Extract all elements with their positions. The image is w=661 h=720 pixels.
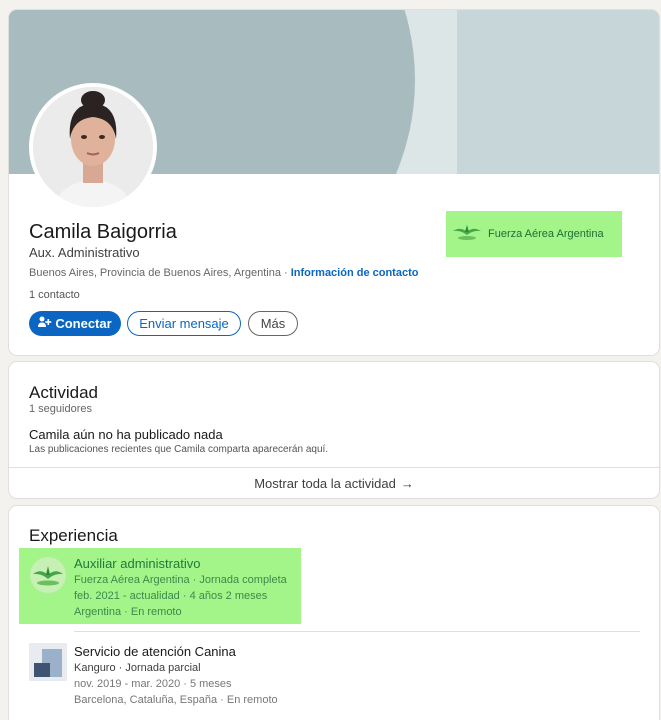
kanguro-logo-icon[interactable] [29,643,67,681]
connections-count[interactable]: 1 contacto [29,289,80,301]
show-all-activity-button[interactable]: Mostrar toda la actividad → [9,468,659,498]
experience-card: Experiencia Auxiliar administrativo Fuer… [9,506,659,720]
experience-company-2: Kanguro · Jornada parcial [74,662,201,674]
connect-button-label: Conectar [55,316,112,331]
profile-card: Camila Baigorria Aux. Administrativo Bue… [9,10,659,355]
experience-divider [74,631,640,632]
activity-card: Actividad 1 seguidores Camila aún no ha … [9,362,659,498]
arrow-right-icon: → [400,475,414,491]
profile-location-line: Buenos Aires, Provincia de Buenos Aires,… [29,267,418,279]
experience-title: Experiencia [29,526,118,545]
experience-dates-1: feb. 2021 - actualidad · 4 años 2 meses [74,590,268,602]
profile-name: Camila Baigorria [29,221,177,243]
send-message-button[interactable]: Enviar mensaje [127,311,241,336]
experience-title-1: Auxiliar administrativo [74,556,201,571]
fuerza-aerea-logo-icon [452,221,482,248]
profile-headline: Aux. Administrativo [29,245,140,260]
more-button[interactable]: Más [248,311,298,336]
experience-location-2: Barcelona, Cataluña, España · En remoto [74,694,278,706]
current-company-name: Fuerza Aérea Argentina [488,228,604,240]
current-company-link[interactable]: Fuerza Aérea Argentina [446,211,622,257]
experience-item[interactable]: Servicio de atención Canina Kanguro · Jo… [74,644,278,708]
contact-info-link[interactable]: Información de contacto [291,267,419,279]
more-button-label: Más [260,316,286,331]
send-message-label: Enviar mensaje [139,316,229,331]
fuerza-aerea-logo-icon[interactable] [29,556,67,594]
followers-count: 1 seguidores [29,403,92,415]
show-all-activity-label: Mostrar toda la actividad [254,475,396,491]
no-posts-subtitle: Las publicaciones recientes que Camila c… [29,444,329,455]
experience-item[interactable]: Auxiliar administrativo Fuerza Aérea Arg… [74,556,287,620]
location-separator: · [280,267,291,279]
experience-company-1: Fuerza Aérea Argentina · Jornada complet… [74,574,287,586]
add-person-icon [38,316,52,331]
profile-location: Buenos Aires, Provincia de Buenos Aires,… [29,267,281,279]
no-posts-title: Camila aún no ha publicado nada [29,427,223,442]
experience-location-1: Argentina · En remoto [74,606,182,618]
profile-avatar[interactable] [29,83,157,211]
activity-title: Actividad [29,383,98,402]
experience-title-2: Servicio de atención Canina [74,644,236,659]
connect-button[interactable]: Conectar [29,311,121,336]
experience-dates-2: nov. 2019 - mar. 2020 · 5 meses [74,678,232,690]
